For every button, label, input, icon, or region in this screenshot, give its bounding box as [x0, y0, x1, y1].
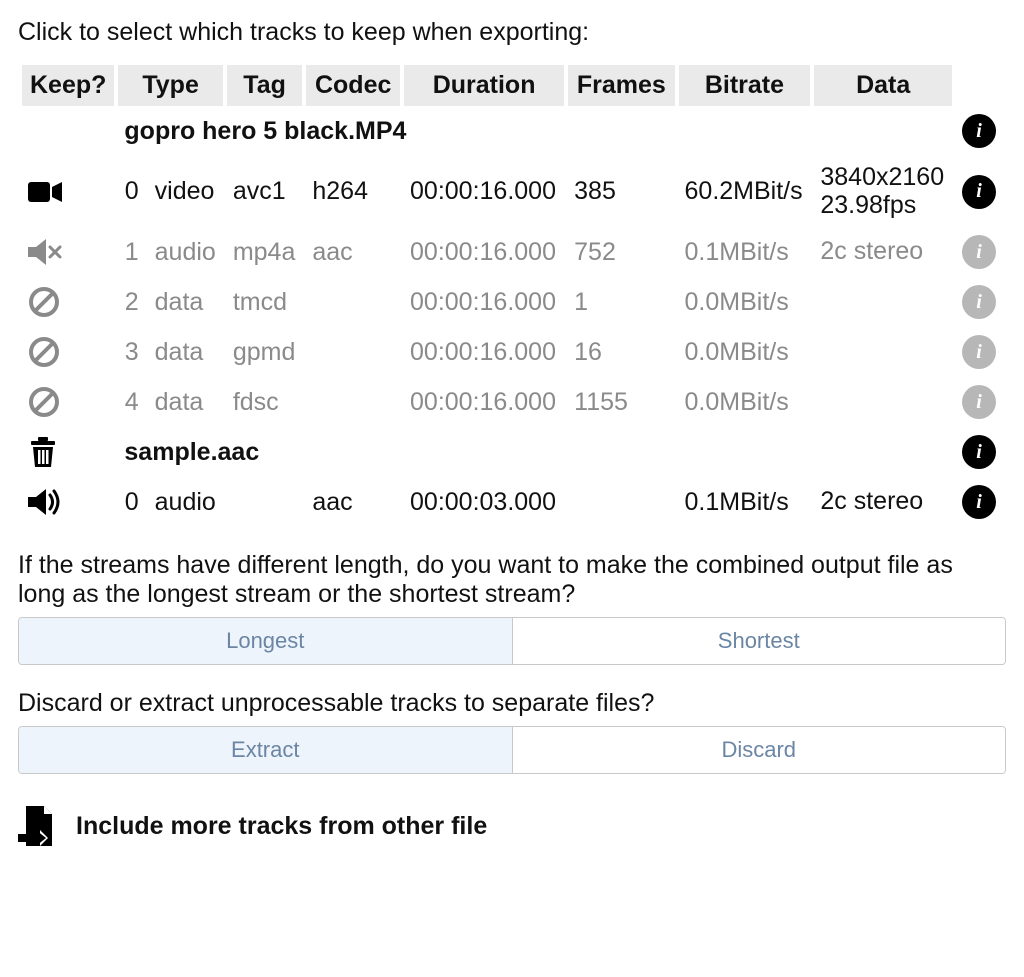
discard-segmented: Extract Discard [18, 726, 1006, 774]
include-more-label: Include more tracks from other file [76, 812, 487, 841]
col-bitrate: Bitrate [679, 65, 811, 106]
col-frames: Frames [568, 65, 674, 106]
discard-question: Discard or extract unprocessable tracks … [18, 689, 1006, 718]
discard-option-extract[interactable]: Extract [19, 727, 512, 773]
audio-icon[interactable] [22, 477, 114, 527]
include-more-button[interactable]: Include more tracks from other file [18, 804, 1006, 848]
track-index: 3 [118, 327, 144, 377]
track-bitrate: 0.1MBit/s [679, 477, 811, 527]
length-option-shortest[interactable]: Shortest [512, 618, 1006, 664]
track-bitrate: 60.2MBit/s [679, 156, 811, 227]
info-icon[interactable]: i [962, 385, 996, 419]
track-row[interactable]: 3datagpmd 00:00:16.000160.0MBit/s i [22, 327, 1002, 377]
track-type: data [149, 327, 223, 377]
info-icon[interactable]: i [962, 435, 996, 469]
length-option-longest[interactable]: Longest [19, 618, 512, 664]
track-duration: 00:00:16.000 [404, 377, 564, 427]
track-frames: 385 [568, 156, 674, 227]
file-row: gopro hero 5 black.MP4 i [22, 106, 1002, 156]
track-duration: 00:00:16.000 [404, 327, 564, 377]
track-type: data [149, 277, 223, 327]
track-duration: 00:00:16.000 [404, 227, 564, 277]
audio-muted-icon[interactable] [22, 227, 114, 277]
col-type: Type [118, 65, 222, 106]
file-name: gopro hero 5 black.MP4 [118, 106, 952, 156]
info-icon[interactable]: i [962, 114, 996, 148]
track-frames: 1 [568, 277, 674, 327]
track-index: 2 [118, 277, 144, 327]
instruction-text: Click to select which tracks to keep whe… [18, 18, 1006, 47]
ban-icon[interactable] [22, 377, 114, 427]
track-frames [568, 477, 674, 527]
track-frames: 16 [568, 327, 674, 377]
track-tag: tmcd [227, 277, 303, 327]
track-row[interactable]: 0videoavc1h26400:00:16.00038560.2MBit/s3… [22, 156, 1002, 227]
track-tag: mp4a [227, 227, 303, 277]
video-icon[interactable] [22, 156, 114, 227]
track-duration: 00:00:16.000 [404, 156, 564, 227]
track-data: 3840x216023.98fps [814, 156, 952, 227]
length-segmented: Longest Shortest [18, 617, 1006, 665]
track-bitrate: 0.0MBit/s [679, 377, 811, 427]
track-row[interactable]: 4datafdsc 00:00:16.00011550.0MBit/s i [22, 377, 1002, 427]
track-index: 4 [118, 377, 144, 427]
track-data [814, 377, 952, 427]
file-name: sample.aac [118, 427, 952, 477]
track-duration: 00:00:03.000 [404, 477, 564, 527]
track-codec [306, 327, 400, 377]
track-bitrate: 0.1MBit/s [679, 227, 811, 277]
track-codec [306, 377, 400, 427]
file-row: sample.aac i [22, 427, 1002, 477]
trash-icon[interactable] [22, 427, 114, 477]
track-tag [227, 477, 303, 527]
file-import-icon [18, 804, 58, 848]
track-tag: fdsc [227, 377, 303, 427]
ban-icon[interactable] [22, 327, 114, 377]
track-bitrate: 0.0MBit/s [679, 277, 811, 327]
col-duration: Duration [404, 65, 564, 106]
info-icon[interactable]: i [962, 335, 996, 369]
track-data [814, 277, 952, 327]
track-index: 0 [118, 156, 144, 227]
col-tag: Tag [227, 65, 303, 106]
track-tag: gpmd [227, 327, 303, 377]
col-keep: Keep? [22, 65, 114, 106]
track-bitrate: 0.0MBit/s [679, 327, 811, 377]
track-frames: 1155 [568, 377, 674, 427]
col-codec: Codec [306, 65, 400, 106]
track-row[interactable]: 2datatmcd 00:00:16.00010.0MBit/s i [22, 277, 1002, 327]
track-row[interactable]: 0audio aac00:00:03.000 0.1MBit/s2c stereo i [22, 477, 1002, 527]
col-data: Data [814, 65, 952, 106]
ban-icon[interactable] [22, 277, 114, 327]
info-icon[interactable]: i [962, 175, 996, 209]
track-codec: aac [306, 227, 400, 277]
track-type: data [149, 377, 223, 427]
track-codec: h264 [306, 156, 400, 227]
track-data [814, 327, 952, 377]
track-codec: aac [306, 477, 400, 527]
track-type: video [149, 156, 223, 227]
track-tag: avc1 [227, 156, 303, 227]
track-index: 0 [118, 477, 144, 527]
track-duration: 00:00:16.000 [404, 277, 564, 327]
track-codec [306, 277, 400, 327]
tracks-table: Keep? Type Tag Codec Duration Frames Bit… [18, 65, 1006, 527]
track-data: 2c stereo [814, 477, 952, 527]
track-type: audio [149, 227, 223, 277]
track-type: audio [149, 477, 223, 527]
length-question: If the streams have different length, do… [18, 551, 1006, 609]
info-icon[interactable]: i [962, 285, 996, 319]
track-data: 2c stereo [814, 227, 952, 277]
track-index: 1 [118, 227, 144, 277]
track-row[interactable]: 1audiomp4aaac00:00:16.0007520.1MBit/s2c … [22, 227, 1002, 277]
info-icon[interactable]: i [962, 485, 996, 519]
discard-option-discard[interactable]: Discard [512, 727, 1006, 773]
track-frames: 752 [568, 227, 674, 277]
info-icon[interactable]: i [962, 235, 996, 269]
